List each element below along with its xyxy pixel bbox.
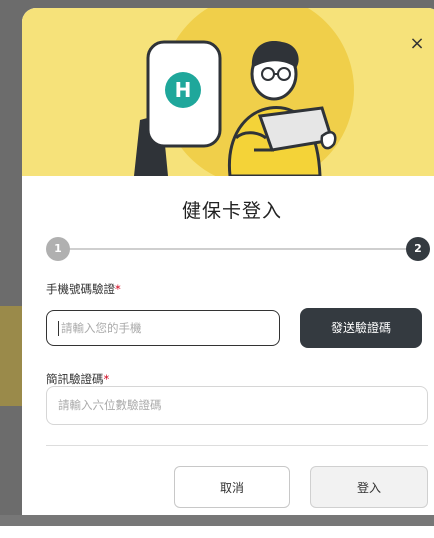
phone-input[interactable]: 請輸入您的手機: [46, 310, 280, 346]
sms-code-input[interactable]: 請輸入六位數驗證碼: [46, 386, 428, 425]
sms-code-label: 簡訊驗證碼*: [46, 371, 109, 387]
hero-banner: H ×: [22, 8, 434, 186]
person-with-laptop-illustration: H: [134, 8, 354, 186]
code-label-text: 簡訊驗證碼: [46, 372, 104, 386]
phone-input-placeholder: 請輸入您的手機: [61, 321, 142, 335]
step-1-indicator: 1: [46, 237, 70, 261]
cancel-button[interactable]: 取消: [174, 466, 290, 508]
code-input-placeholder: 請輸入六位數驗證碼: [58, 398, 162, 412]
close-icon[interactable]: ×: [405, 32, 429, 56]
backdrop-bottom-edge: [0, 515, 434, 526]
send-code-button[interactable]: 發送驗證碼: [300, 308, 422, 348]
text-caret: [58, 321, 59, 336]
logo-letter: H: [175, 78, 192, 102]
login-modal: H × 健保卡登入 1 2 手機號碼驗證* 請輸入您的手機 發送驗證碼 簡訊驗證…: [22, 8, 434, 538]
step-connector-line: [58, 248, 418, 250]
divider: [46, 445, 428, 446]
phone-verification-label: 手機號碼驗證*: [46, 281, 121, 297]
modal-title: 健保卡登入: [181, 200, 282, 222]
phone-label-text: 手機號碼驗證: [46, 282, 115, 296]
step-progress: 1 2: [46, 237, 430, 261]
step-2-indicator: 2: [406, 237, 430, 261]
required-marker: *: [103, 372, 110, 386]
required-marker: *: [115, 282, 121, 296]
login-button[interactable]: 登入: [310, 466, 428, 508]
